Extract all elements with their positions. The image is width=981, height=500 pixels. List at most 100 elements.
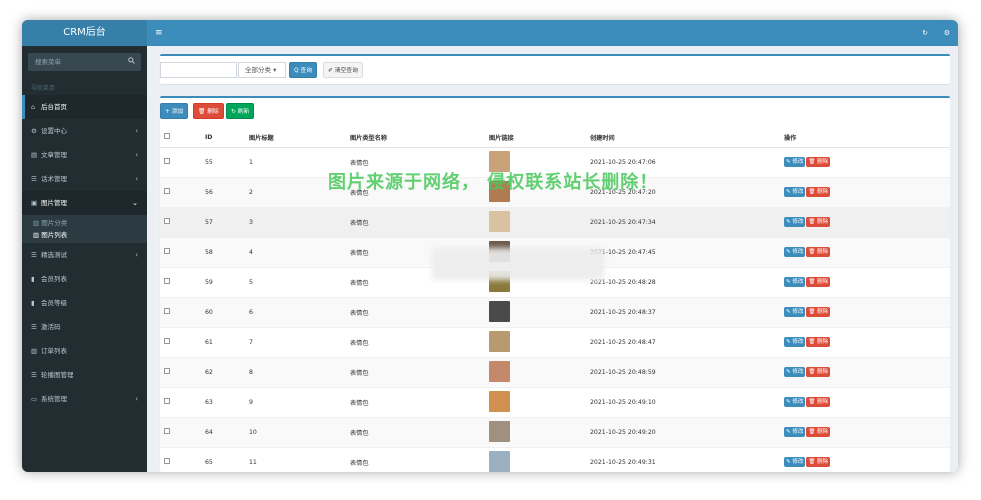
edit-button[interactable]: ✎ 修改: [784, 367, 806, 377]
cell-id: 57: [201, 206, 245, 237]
search-icon[interactable]: [128, 53, 135, 71]
sidebar-item-articles[interactable]: ▤ 文章管理 ‹: [22, 143, 147, 167]
column-header-title[interactable]: 图片标题: [245, 128, 346, 148]
sidebar-item-settings[interactable]: ⚙ 设置中心 ‹: [22, 119, 147, 143]
row-checkbox[interactable]: [164, 248, 170, 254]
refresh-button[interactable]: ↻ 刷新: [226, 103, 255, 119]
delete-button[interactable]: 🗑 删除: [193, 103, 224, 119]
column-header-actions: 操作: [780, 128, 950, 148]
image-thumbnail[interactable]: [489, 360, 510, 382]
row-select-cell[interactable]: [160, 356, 201, 387]
category-select[interactable]: 全部分类 ▾: [238, 62, 286, 78]
image-thumbnail[interactable]: [489, 450, 510, 472]
clear-search-button[interactable]: ✐ 清空查询: [323, 62, 363, 78]
sidebar-item-system[interactable]: ▭ 系统管理 ‹: [22, 387, 147, 411]
row-select-cell[interactable]: [160, 326, 201, 357]
select-all-checkbox[interactable]: [164, 133, 170, 140]
table-row[interactable]: 57 3 表情包 2021-10-25 20:47:34 ✎ 修改 🗑 删除: [160, 206, 950, 237]
sidebar-item-scripts[interactable]: ☰ 话术管理 ‹: [22, 167, 147, 191]
row-checkbox[interactable]: [164, 338, 170, 344]
cell-actions: ✎ 修改 🗑 删除: [780, 356, 950, 387]
row-delete-button[interactable]: 🗑 删除: [806, 277, 831, 287]
table-row[interactable]: 63 9 表情包 2021-10-25 20:49:10 ✎ 修改 🗑 删除: [160, 386, 950, 417]
edit-button[interactable]: ✎ 修改: [784, 307, 806, 317]
row-delete-button[interactable]: 🗑 删除: [806, 247, 831, 257]
settings-icon[interactable]: ⚙: [944, 20, 950, 46]
image-thumbnail[interactable]: [489, 210, 510, 232]
row-checkbox[interactable]: [164, 458, 170, 465]
row-select-cell[interactable]: [160, 176, 201, 207]
sidebar-item-orders[interactable]: ▥ 订单列表: [22, 339, 147, 363]
image-thumbnail[interactable]: [489, 420, 510, 442]
sidebar-item-images[interactable]: ▣ 图片管理 ⌄: [22, 191, 147, 215]
row-delete-button[interactable]: 🗑 删除: [806, 367, 831, 377]
table-row[interactable]: 64 10 表情包 2021-10-25 20:49:20 ✎ 修改 🗑 删除: [160, 416, 950, 447]
row-delete-button[interactable]: 🗑 删除: [806, 397, 831, 407]
table-row[interactable]: 65 11 表情包 2021-10-25 20:49:31 ✎ 修改 🗑 删除: [160, 446, 950, 472]
row-delete-button[interactable]: 🗑 删除: [806, 307, 831, 317]
sidebar-item-members[interactable]: ▮ 会员列表: [22, 267, 147, 291]
column-header-link[interactable]: 图片链接: [485, 128, 586, 148]
image-thumbnail[interactable]: [489, 330, 510, 352]
row-checkbox[interactable]: [164, 278, 170, 284]
row-select-cell[interactable]: [160, 146, 201, 177]
row-select-cell[interactable]: [160, 266, 201, 297]
image-thumbnail[interactable]: [489, 390, 510, 412]
edit-button[interactable]: ✎ 修改: [784, 187, 806, 197]
edit-button[interactable]: ✎ 修改: [784, 457, 806, 468]
sidebar-subitem-image-list[interactable]: ▥ 图片列表: [22, 229, 147, 241]
refresh-icon[interactable]: ↻: [922, 20, 928, 46]
sidebar-item-featured[interactable]: ☰ 精选测试 ‹: [22, 243, 147, 267]
edit-button[interactable]: ✎ 修改: [784, 397, 806, 407]
sidebar-item-member-levels[interactable]: ▮ 会员等级: [22, 291, 147, 315]
row-select-cell[interactable]: [160, 416, 201, 447]
row-delete-button[interactable]: 🗑 删除: [806, 217, 831, 227]
table-row[interactable]: 61 7 表情包 2021-10-25 20:48:47 ✎ 修改 🗑 删除: [160, 326, 950, 357]
edit-button[interactable]: ✎ 修改: [784, 247, 806, 257]
edit-button[interactable]: ✎ 修改: [784, 337, 806, 347]
row-checkbox[interactable]: [164, 218, 170, 224]
row-delete-button[interactable]: 🗑 删除: [806, 157, 831, 167]
hamburger-menu-icon[interactable]: ≡: [155, 20, 163, 46]
edit-button[interactable]: ✎ 修改: [784, 277, 806, 287]
select-all-cell[interactable]: [160, 128, 201, 148]
row-checkbox[interactable]: [164, 158, 170, 164]
row-delete-button[interactable]: 🗑 删除: [806, 187, 831, 197]
row-select-cell[interactable]: [160, 296, 201, 327]
cell-id: 63: [201, 386, 245, 417]
row-select-cell[interactable]: [160, 386, 201, 417]
app-logo[interactable]: CRM后台: [22, 20, 147, 46]
row-checkbox[interactable]: [164, 308, 170, 314]
sidebar-item-activation-codes[interactable]: ☰ 激活码: [22, 315, 147, 339]
sidebar-item-label: 订单列表: [41, 347, 67, 355]
add-button[interactable]: + 添加: [160, 103, 189, 119]
sidebar-item-carousel[interactable]: ☰ 轮播图管理: [22, 363, 147, 387]
edit-button[interactable]: ✎ 修改: [784, 427, 806, 437]
column-header-created[interactable]: 创建时间: [586, 128, 780, 148]
row-checkbox[interactable]: [164, 398, 170, 404]
row-delete-button[interactable]: 🗑 删除: [806, 337, 831, 347]
top-navbar: ≡ ↻ ⚙: [147, 20, 958, 46]
row-select-cell[interactable]: [160, 446, 201, 472]
sidebar-item-home[interactable]: ⌂ 后台首页: [22, 95, 147, 119]
table-row[interactable]: 60 6 表情包 2021-10-25 20:48:37 ✎ 修改 🗑 删除: [160, 296, 950, 327]
cell-link: [485, 386, 586, 417]
image-thumbnail[interactable]: [489, 300, 510, 322]
row-checkbox[interactable]: [164, 188, 170, 194]
row-delete-button[interactable]: 🗑 删除: [806, 457, 831, 468]
column-header-id[interactable]: ID: [201, 128, 245, 148]
row-delete-button[interactable]: 🗑 删除: [806, 427, 831, 437]
sidebar-search-input[interactable]: 搜索菜单: [28, 53, 141, 71]
column-header-type[interactable]: 图片类型名称: [346, 128, 485, 148]
row-select-cell[interactable]: [160, 206, 201, 237]
table-row[interactable]: 62 8 表情包 2021-10-25 20:48:59 ✎ 修改 🗑 删除: [160, 356, 950, 387]
edit-button[interactable]: ✎ 修改: [784, 157, 806, 167]
search-button[interactable]: Q 查询: [289, 62, 317, 78]
edit-button[interactable]: ✎ 修改: [784, 217, 806, 227]
row-checkbox[interactable]: [164, 428, 170, 434]
search-keyword-input[interactable]: [160, 62, 237, 78]
row-select-cell[interactable]: [160, 236, 201, 267]
chevron-down-icon: ⌄: [132, 199, 138, 207]
row-checkbox[interactable]: [164, 368, 170, 374]
sidebar-subitem-image-categories[interactable]: ▥ 图片分类: [22, 217, 147, 229]
